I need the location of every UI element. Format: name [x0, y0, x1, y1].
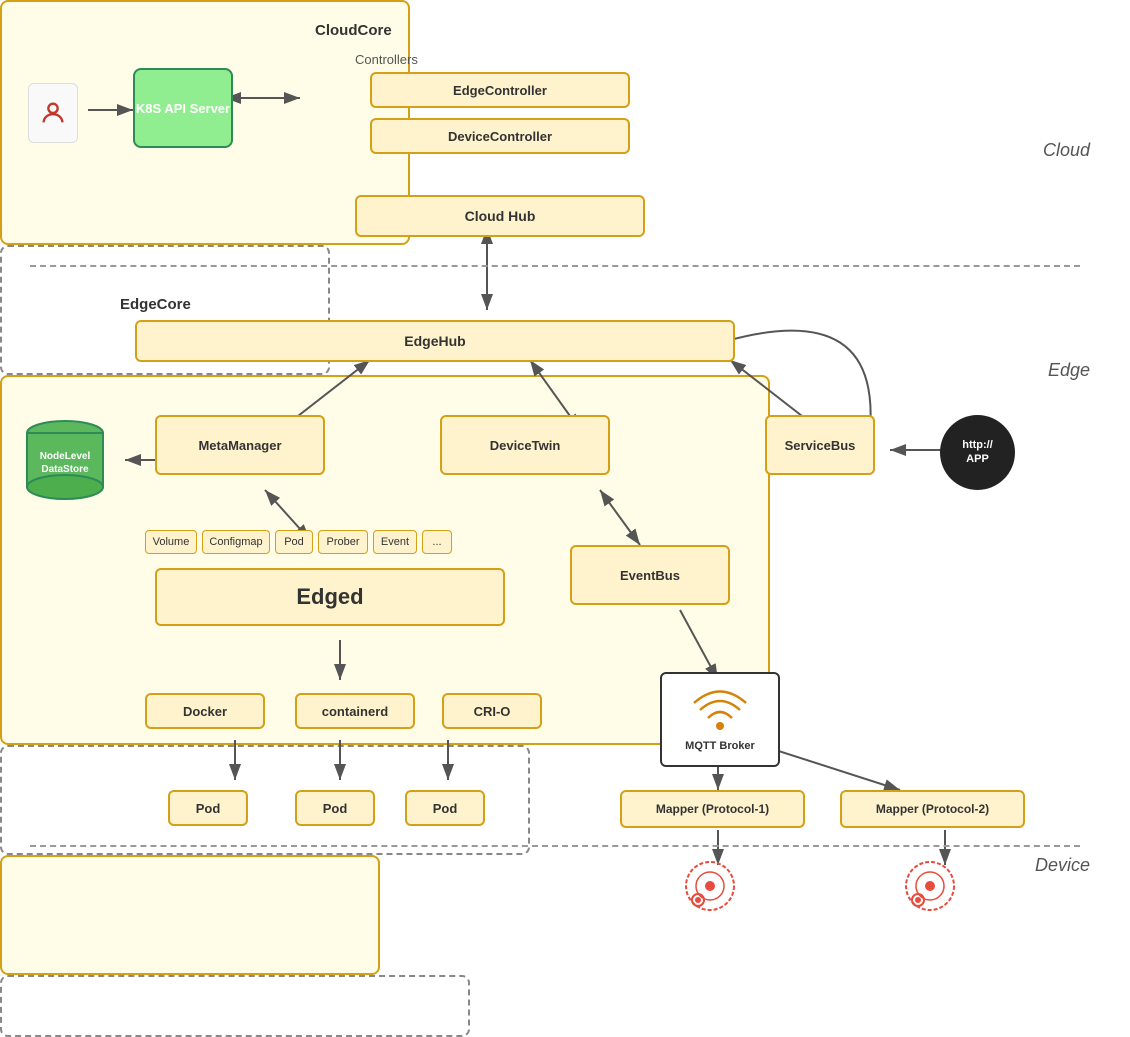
event-box: Event	[373, 530, 417, 554]
mapper-protocol-2: Mapper (Protocol-2)	[840, 790, 1025, 828]
edge-controller: EdgeController	[370, 72, 630, 108]
event-bus: EventBus	[570, 545, 730, 605]
cloud-divider	[30, 265, 1080, 267]
edge-hub: EdgeHub	[135, 320, 735, 362]
docker-box: Docker	[145, 693, 265, 729]
mqtt-broker: MQTT Broker	[660, 672, 780, 767]
pod1: Pod	[168, 790, 248, 826]
configmap-box: Configmap	[202, 530, 270, 554]
cloud-core-title: CloudCore	[315, 22, 392, 39]
device-zone-label: Device	[1035, 855, 1090, 876]
runtime-box	[0, 975, 470, 1037]
prober-box: Prober	[318, 530, 368, 554]
crio-box: CRI-O	[442, 693, 542, 729]
service-bus: ServiceBus	[765, 415, 875, 475]
volume-box: Volume	[145, 530, 197, 554]
device-divider	[30, 845, 1080, 847]
svg-text:DataStore: DataStore	[41, 464, 89, 475]
meta-manager: MetaManager	[155, 415, 325, 475]
node-level-datastore: NodeLevel DataStore	[20, 415, 110, 510]
pod3: Pod	[405, 790, 485, 826]
cloud-hub: Cloud Hub	[355, 195, 645, 237]
http-app: http:// APP	[940, 415, 1015, 490]
svg-text:NodeLevel: NodeLevel	[40, 451, 91, 462]
edge-zone-label: Edge	[1048, 360, 1090, 381]
edge-core-title: EdgeCore	[120, 296, 191, 313]
device-controller: DeviceController	[370, 118, 630, 154]
ellipsis-box: ...	[422, 530, 452, 554]
edged-label: Edged	[155, 568, 505, 626]
device-twin: DeviceTwin	[440, 415, 610, 475]
edged-outer-box	[0, 855, 380, 975]
pod-small-box: Pod	[275, 530, 313, 554]
diagram-container: Cloud Edge Device K8S API Server CloudCo…	[0, 0, 1130, 916]
containerd-box: containerd	[295, 693, 415, 729]
pod2: Pod	[295, 790, 375, 826]
user-icon	[28, 83, 78, 143]
cloud-zone-label: Cloud	[1043, 140, 1090, 161]
device-icon-1	[680, 858, 740, 918]
device-icon-2	[900, 858, 960, 918]
k8s-api-server: K8S API Server	[133, 68, 233, 148]
mapper-protocol-1: Mapper (Protocol-1)	[620, 790, 805, 828]
controllers-label: Controllers	[355, 52, 418, 67]
